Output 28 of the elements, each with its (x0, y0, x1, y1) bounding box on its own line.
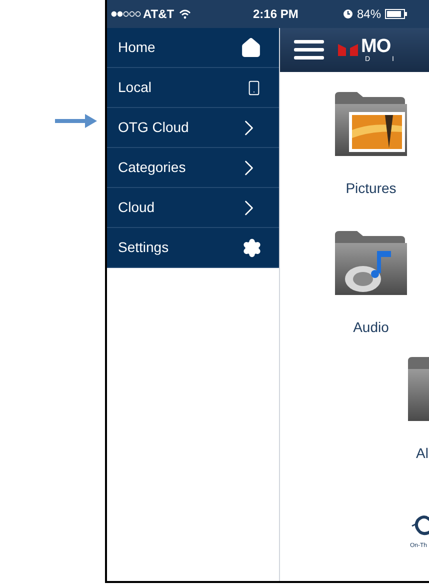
folder-label: Audio (353, 318, 389, 337)
menu-item[interactable]: Home (107, 28, 279, 68)
home-icon (240, 36, 262, 58)
picture-folder-icon (333, 90, 409, 158)
carrier-name: AT&T (143, 6, 174, 23)
folder-item[interactable]: Al (406, 355, 429, 464)
folder-label: Pictures (346, 179, 396, 198)
audio-folder-icon (333, 229, 409, 297)
wifi-icon (179, 9, 192, 19)
logo-text: MO (361, 37, 392, 56)
folder-label: Al (416, 444, 428, 463)
menu-item[interactable]: OTG Cloud (107, 108, 279, 148)
folder-item[interactable]: Audio (331, 229, 411, 338)
signal-icon (111, 11, 141, 17)
arrow-icon (55, 114, 97, 128)
battery-percent: 84% (357, 6, 382, 23)
logo-icon (338, 44, 358, 56)
battery-icon (385, 9, 408, 19)
alarm-icon (343, 9, 353, 19)
menu-item[interactable]: Cloud (107, 188, 279, 228)
status-time: 2:16 PM (253, 6, 300, 23)
menu-item[interactable]: Categories (107, 148, 279, 188)
menu-item[interactable]: Local (107, 68, 279, 108)
phone-icon (246, 78, 262, 96)
cloud-logo-icon (410, 514, 429, 536)
menu-icon[interactable] (294, 40, 324, 60)
folder-item[interactable]: Pictures (331, 90, 411, 199)
menu-item[interactable]: Settings (107, 228, 279, 268)
